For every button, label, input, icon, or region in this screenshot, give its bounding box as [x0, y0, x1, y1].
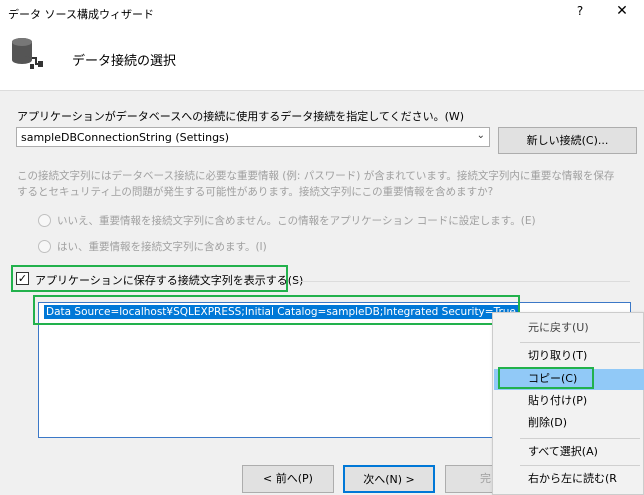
- connection-string-highlight: [33, 295, 520, 325]
- show-connection-string-label: アプリケーションに保存する接続文字列を表示する(S): [35, 274, 304, 287]
- show-connection-string-checkbox[interactable]: ✓: [16, 272, 29, 285]
- menu-item-right-to-left[interactable]: 右から左に読む(R: [528, 469, 617, 489]
- menu-item-undo[interactable]: 元に戻す(U): [528, 318, 589, 338]
- sensitive-info-description: この接続文字列にはデータベース接続に必要な重要情報 (例: パスワード) が含ま…: [17, 168, 637, 200]
- menu-item-select-all[interactable]: すべて選択(A): [528, 442, 598, 462]
- radio-include-sensitive[interactable]: [38, 240, 51, 253]
- close-button[interactable]: ✕: [612, 3, 632, 23]
- menu-item-delete[interactable]: 削除(D): [528, 413, 567, 433]
- radio-exclude-sensitive[interactable]: [38, 214, 51, 227]
- help-button[interactable]: ?: [572, 4, 588, 22]
- connection-dropdown-value: sampleDBConnectionString (Settings): [21, 131, 230, 144]
- connection-dropdown[interactable]: sampleDBConnectionString (Settings) ⌄: [16, 127, 490, 147]
- chevron-down-icon: ⌄: [476, 130, 485, 141]
- menu-item-paste[interactable]: 貼り付け(P): [528, 391, 587, 411]
- page-title: データ接続の選択: [72, 54, 177, 69]
- window-title: データ ソース構成ウィザード: [8, 8, 154, 21]
- sensitive-info-line-2: するとセキュリティ上の問題が発生する可能性があります。接続文字列にこの重要情報を…: [17, 186, 494, 198]
- radio-exclude-sensitive-label: いいえ、重要情報を接続文字列に含めません。この情報をアプリケーション コードに設…: [57, 215, 536, 227]
- menu-separator: [520, 342, 640, 343]
- menu-separator: [520, 438, 640, 439]
- menu-separator: [520, 465, 640, 466]
- sensitive-info-line-1: この接続文字列にはデータベース接続に必要な重要情報 (例: パスワード) が含ま…: [17, 170, 615, 182]
- menu-item-cut[interactable]: 切り取り(T): [528, 346, 587, 366]
- database-connection-icon: [10, 36, 44, 72]
- next-button[interactable]: 次へ(N) >: [343, 465, 435, 493]
- new-connection-button[interactable]: 新しい接続(C)...: [498, 127, 637, 154]
- connection-prompt-label: アプリケーションがデータベースへの接続に使用するデータ接続を指定してください。(…: [17, 110, 465, 123]
- radio-include-sensitive-label: はい、重要情報を接続文字列に含めます。(I): [57, 241, 267, 253]
- back-button[interactable]: < 前へ(P): [242, 465, 334, 493]
- group-divider: [294, 281, 630, 282]
- menu-item-copy-highlight: [498, 367, 594, 389]
